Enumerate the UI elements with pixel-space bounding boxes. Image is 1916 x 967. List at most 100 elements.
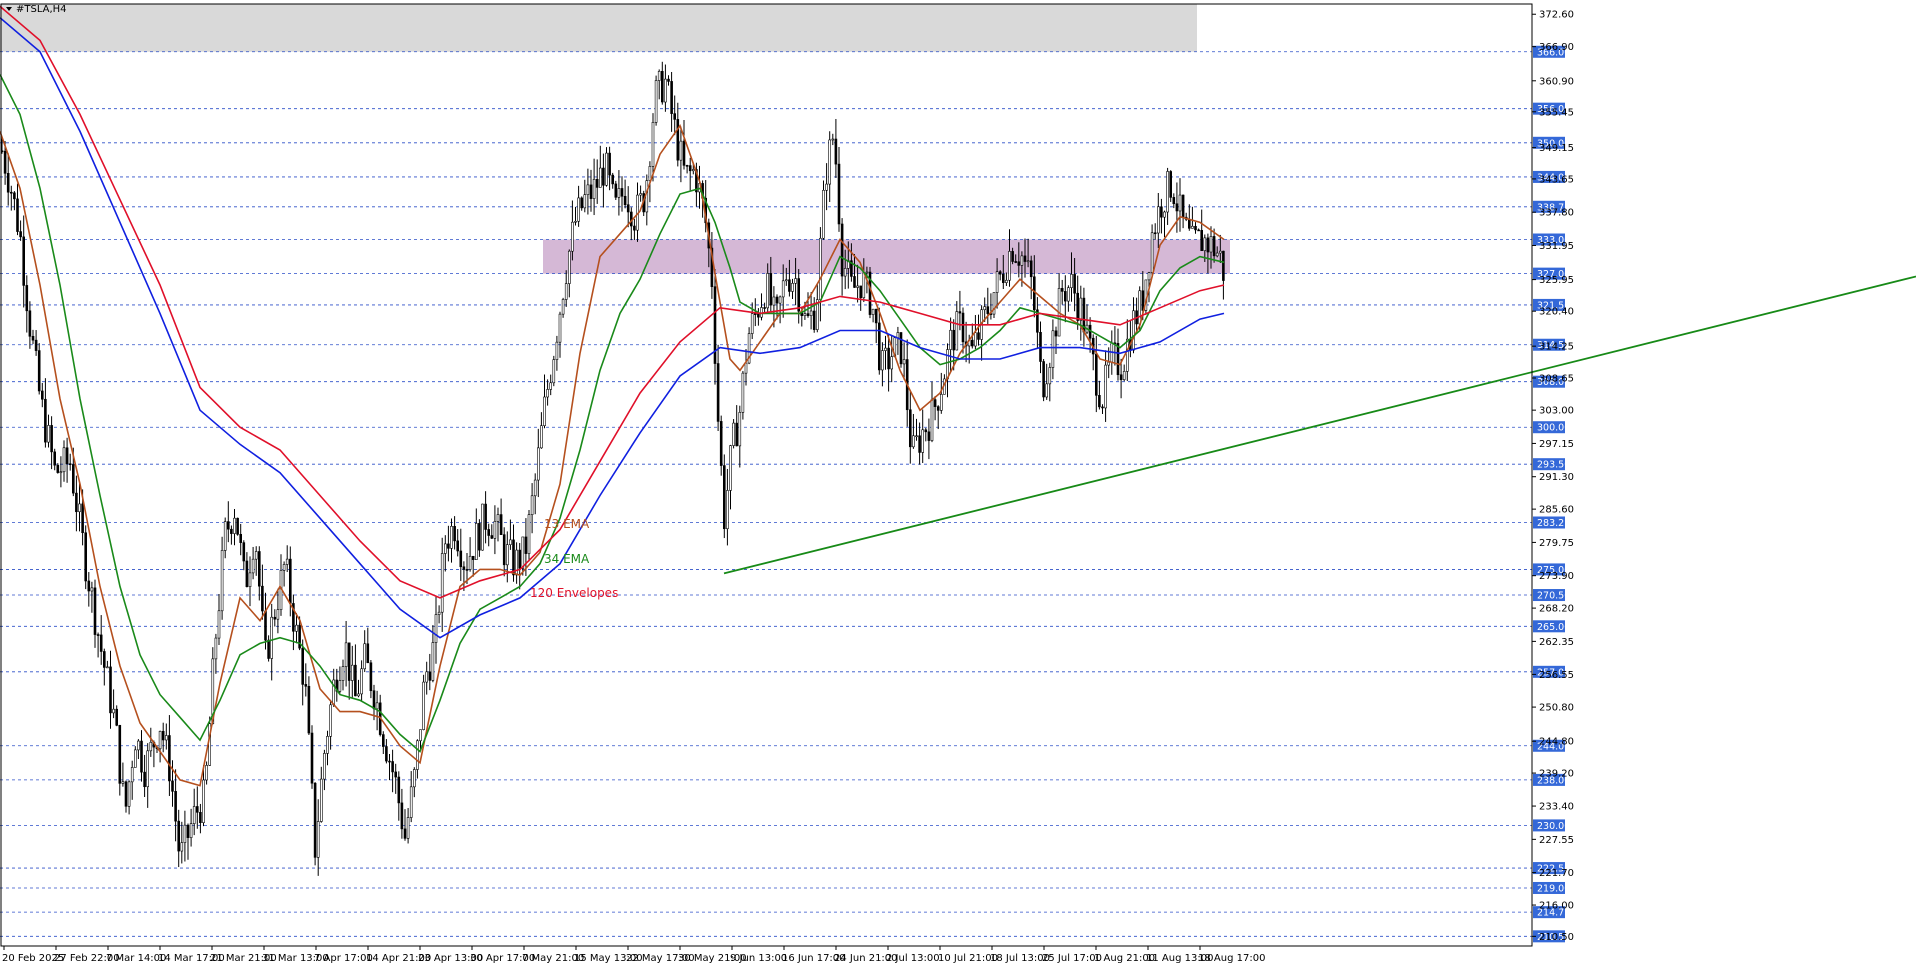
candle-body-124 — [385, 746, 388, 762]
candle-body-262 — [812, 310, 816, 330]
price-chart[interactable]: 13 EMA34 EMA120 Envelopes 366.00356.0035… — [0, 0, 1916, 964]
candle-body-119 — [369, 662, 373, 692]
candle-body-315 — [977, 332, 980, 340]
symbol-label: #TSLA,H4 — [16, 4, 67, 15]
candle-body-76 — [236, 517, 239, 535]
candle-body-61 — [189, 823, 193, 838]
candle-body-172 — [533, 479, 537, 497]
candle-body-191 — [592, 179, 596, 199]
candle-body-372 — [1153, 232, 1157, 235]
candle-body-218 — [676, 119, 680, 161]
candle-body-40 — [124, 781, 128, 807]
candle-body-279 — [865, 271, 869, 274]
candle-body-81 — [251, 558, 255, 574]
level-label-12: 283.25 — [1537, 518, 1570, 529]
candle-body-321 — [995, 271, 999, 293]
candle-body-384 — [1191, 225, 1194, 229]
level-label-10: 300.00 — [1537, 423, 1570, 434]
candle-body-177 — [549, 382, 553, 390]
candle-body-101 — [313, 782, 317, 858]
candle-body-64 — [199, 812, 202, 823]
candle-body-235 — [729, 445, 732, 491]
candle-body-149 — [462, 566, 466, 570]
candle-body-133 — [412, 769, 416, 788]
candle-body-2 — [6, 172, 10, 193]
candle-body-200 — [620, 188, 624, 197]
candle-body-71 — [220, 550, 224, 612]
candle-body-30 — [93, 587, 97, 635]
candle-body-123 — [381, 734, 385, 747]
candle-body-371 — [1150, 232, 1154, 274]
y-tick-2: 349.15 — [1539, 143, 1574, 154]
candle-body-79 — [245, 560, 249, 588]
candle-body-74 — [230, 528, 233, 534]
candle-body-379 — [1175, 203, 1179, 212]
candle-body-11 — [34, 339, 38, 351]
candle-body-261 — [809, 310, 813, 317]
candle-body-129 — [400, 802, 404, 830]
candle-body-327 — [1014, 261, 1018, 263]
candle-body-52 — [161, 730, 165, 741]
candle-body-155 — [481, 503, 484, 551]
candle-body-121 — [375, 702, 379, 710]
candle-body-197 — [611, 174, 615, 185]
candle-body-139 — [431, 642, 435, 681]
candle-body-184 — [571, 221, 574, 252]
y-tick-3: 337.80 — [1539, 208, 1574, 219]
candle-body-233 — [722, 465, 726, 530]
candle-body-250 — [775, 296, 779, 304]
candle-body-199 — [617, 188, 621, 198]
x-tick-17: 2 Jul 13:00 — [886, 953, 940, 963]
candle-body-198 — [614, 183, 618, 198]
y-tick-10: 256.55 — [1539, 670, 1574, 681]
candle-body-20 — [62, 447, 66, 473]
candle-body-282 — [874, 308, 878, 324]
candle-body-10 — [31, 335, 35, 341]
candle-body-291 — [902, 359, 906, 365]
candle-body-385 — [1194, 225, 1197, 231]
candle-body-240 — [744, 362, 748, 374]
y-tick-1: 360.90 — [1539, 76, 1574, 87]
candle-body-236 — [732, 422, 735, 446]
candle-body-25 — [78, 503, 81, 513]
candle-body-19 — [59, 471, 63, 474]
level-label-21: 219.00 — [1537, 883, 1570, 894]
candle-body-231 — [716, 363, 720, 422]
candle-body-365 — [1132, 310, 1135, 351]
candle-body-326 — [1011, 251, 1014, 262]
y-tick-8: 279.75 — [1539, 538, 1574, 549]
candle-body-75 — [233, 517, 236, 534]
candle-body-13 — [40, 390, 44, 400]
candle-body-253 — [784, 279, 788, 282]
candle-body-141 — [437, 611, 441, 615]
candle-body-32 — [99, 634, 103, 652]
candle-body-388 — [1203, 237, 1207, 251]
candle-body-368 — [1141, 290, 1145, 311]
y-tick-4: 325.95 — [1539, 275, 1574, 286]
candle-body-147 — [456, 540, 460, 552]
candle-body-148 — [459, 550, 463, 568]
candle-body-308 — [955, 311, 959, 351]
candle-body-193 — [598, 167, 602, 188]
candle-body-160 — [496, 514, 500, 522]
candle-body-345 — [1070, 274, 1073, 288]
candle-body-183 — [567, 250, 571, 284]
candle-body-307 — [952, 329, 956, 351]
chart-window[interactable]: 13 EMA 34 EMA 120 Envelopes 366.00 356.00 35… — [0, 0, 1916, 964]
candle-body-196 — [608, 152, 611, 176]
candle-body-314 — [974, 332, 977, 347]
annotation-2: 120 Envelopes — [530, 586, 618, 600]
y-tick-25: 250.80 — [1539, 703, 1574, 714]
candle-body-391 — [1212, 236, 1216, 257]
zone-0 — [0, 4, 1197, 52]
candle-body-317 — [983, 306, 987, 311]
candle-body-232 — [719, 421, 723, 466]
candle-body-14 — [44, 398, 47, 443]
candle-body-293 — [908, 409, 912, 448]
y-tick-12: 233.40 — [1539, 802, 1574, 813]
candle-body-180 — [558, 313, 562, 343]
candle-body-136 — [422, 681, 425, 730]
candle-body-157 — [487, 529, 491, 536]
candle-body-264 — [819, 237, 822, 300]
y-tick-28: 216.00 — [1539, 901, 1574, 912]
